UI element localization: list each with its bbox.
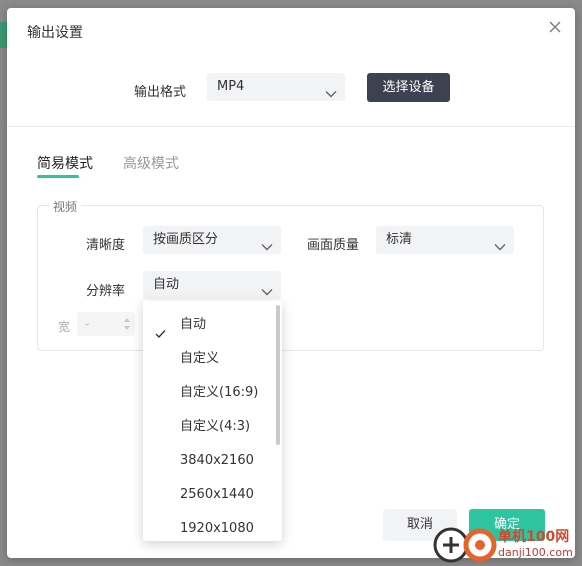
dropdown-option-custom-16-9[interactable]: 自定义(16:9) (143, 376, 275, 410)
quality-select[interactable]: 标清 (376, 226, 514, 254)
dropdown-option-label: 3840x2160 (180, 453, 254, 468)
video-group-legend: 视频 (49, 198, 82, 215)
check-icon (155, 319, 166, 339)
dropdown-option-label: 2560x1440 (180, 487, 254, 502)
select-device-button[interactable]: 选择设备 (367, 73, 450, 102)
output-format-label: 输出格式 (134, 85, 187, 100)
tab-advanced-mode[interactable]: 高级模式 (123, 153, 179, 173)
clarity-value: 按画质区分 (153, 232, 219, 247)
width-label: 宽 (58, 320, 71, 334)
clarity-select[interactable]: 按画质区分 (143, 226, 281, 254)
dropdown-option-label: 自动 (180, 317, 207, 332)
dropdown-option-custom[interactable]: 自定义 (143, 342, 275, 376)
quality-value: 标清 (386, 232, 413, 247)
dropdown-option-2560x1440[interactable]: 2560x1440 (143, 478, 275, 512)
output-format-select[interactable]: MP4 (207, 73, 345, 101)
dropdown-option-label: 自定义(4:3) (180, 419, 251, 434)
resolution-label: 分辨率 (86, 284, 126, 299)
dropdown-scrollbar[interactable] (276, 305, 280, 445)
quality-label: 画面质量 (307, 238, 360, 253)
chevron-down-icon (261, 235, 273, 251)
dialog-title: 输出设置 (27, 25, 83, 41)
resolution-value: 自动 (153, 277, 180, 292)
dropdown-option-3840x2160[interactable]: 3840x2160 (143, 444, 275, 478)
resolution-select[interactable]: 自动 (143, 271, 281, 299)
resolution-dropdown: 自动 自定义 自定义(16:9) 自定义(4:3) 3840x2160 2560… (143, 301, 282, 541)
output-format-value: MP4 (217, 79, 245, 94)
chevron-down-icon (494, 235, 506, 251)
chevron-down-icon (325, 82, 337, 98)
header-divider (7, 126, 575, 127)
close-icon[interactable] (547, 19, 563, 35)
dropdown-option-label: 自定义(16:9) (180, 385, 259, 400)
stepper-icon[interactable] (123, 316, 131, 332)
output-settings-dialog: 输出设置 输出格式 MP4 选择设备 简易模式 高级模式 视频 清晰度 按画质区… (7, 8, 575, 558)
watermark-url: danji100.com (498, 546, 573, 559)
active-tab-indicator (37, 175, 79, 178)
dropdown-option-auto[interactable]: 自动 (143, 308, 275, 342)
watermark-text: 单机100网 (498, 529, 570, 545)
tab-simple-mode[interactable]: 简易模式 (37, 153, 93, 173)
width-value: - (85, 317, 90, 331)
dropdown-option-1920x1080[interactable]: 1920x1080 (143, 512, 275, 541)
chevron-down-icon (261, 280, 273, 296)
clarity-label: 清晰度 (86, 238, 126, 253)
dropdown-option-label: 1920x1080 (180, 521, 254, 536)
dropdown-option-custom-4-3[interactable]: 自定义(4:3) (143, 410, 275, 444)
dropdown-option-label: 自定义 (180, 351, 220, 366)
